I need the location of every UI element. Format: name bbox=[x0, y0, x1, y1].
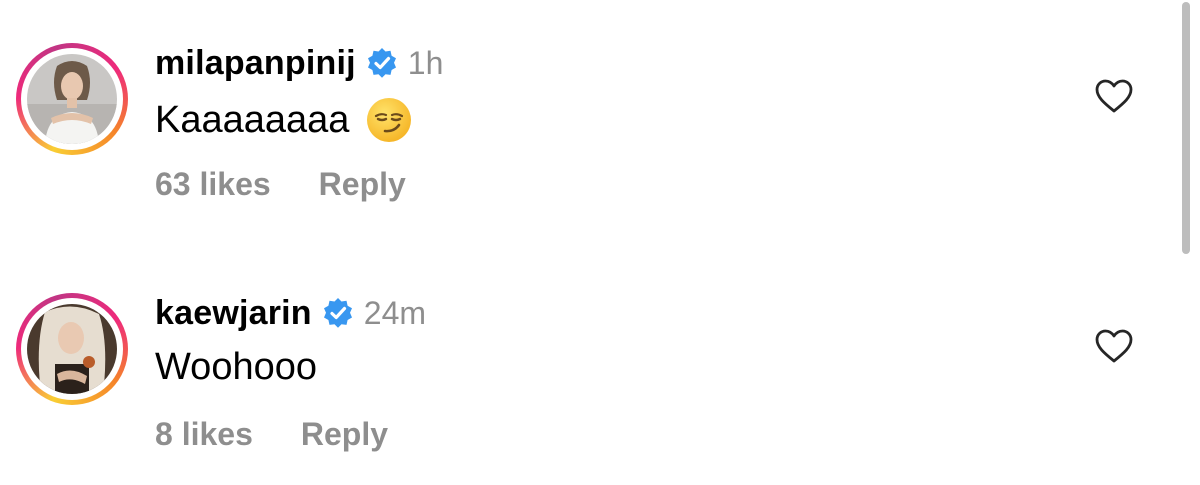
heart-outline-icon[interactable] bbox=[1094, 328, 1134, 364]
smirking-face-emoji-icon bbox=[365, 96, 413, 144]
username[interactable]: milapanpinij bbox=[155, 44, 356, 83]
reply-button[interactable]: Reply bbox=[301, 416, 388, 453]
comment-header: milapanpinij 1h bbox=[155, 40, 443, 86]
verified-badge-icon bbox=[366, 47, 398, 79]
avatar-photo bbox=[27, 54, 117, 144]
comment-text: Kaaaaaaaa bbox=[155, 96, 413, 144]
verified-badge-icon bbox=[322, 297, 354, 329]
comment-body: Woohooo bbox=[155, 346, 317, 388]
comment-header: kaewjarin 24m bbox=[155, 290, 426, 336]
comment-meta: 8 likes Reply bbox=[155, 416, 388, 453]
comment-meta: 63 likes Reply bbox=[155, 166, 406, 203]
reply-button[interactable]: Reply bbox=[319, 166, 406, 203]
username[interactable]: kaewjarin bbox=[155, 294, 312, 333]
likes-count[interactable]: 8 likes bbox=[155, 416, 253, 453]
scrollbar[interactable] bbox=[1182, 2, 1190, 254]
comment-item: kaewjarin 24m Woohooo 8 likes Reply bbox=[0, 250, 1170, 480]
timestamp: 1h bbox=[407, 44, 444, 81]
comment-text: Woohooo bbox=[155, 346, 317, 389]
avatar-photo bbox=[27, 304, 117, 394]
timestamp: 24m bbox=[363, 294, 427, 331]
comment-body: Kaaaaaaaa bbox=[155, 98, 350, 141]
avatar-story-ring[interactable] bbox=[16, 43, 128, 155]
avatar-story-ring[interactable] bbox=[16, 293, 128, 405]
comment-item: milapanpinij 1h Kaaaaaaaa 63 likes Reply bbox=[0, 0, 1170, 230]
likes-count[interactable]: 63 likes bbox=[155, 166, 271, 203]
heart-outline-icon[interactable] bbox=[1094, 78, 1134, 114]
